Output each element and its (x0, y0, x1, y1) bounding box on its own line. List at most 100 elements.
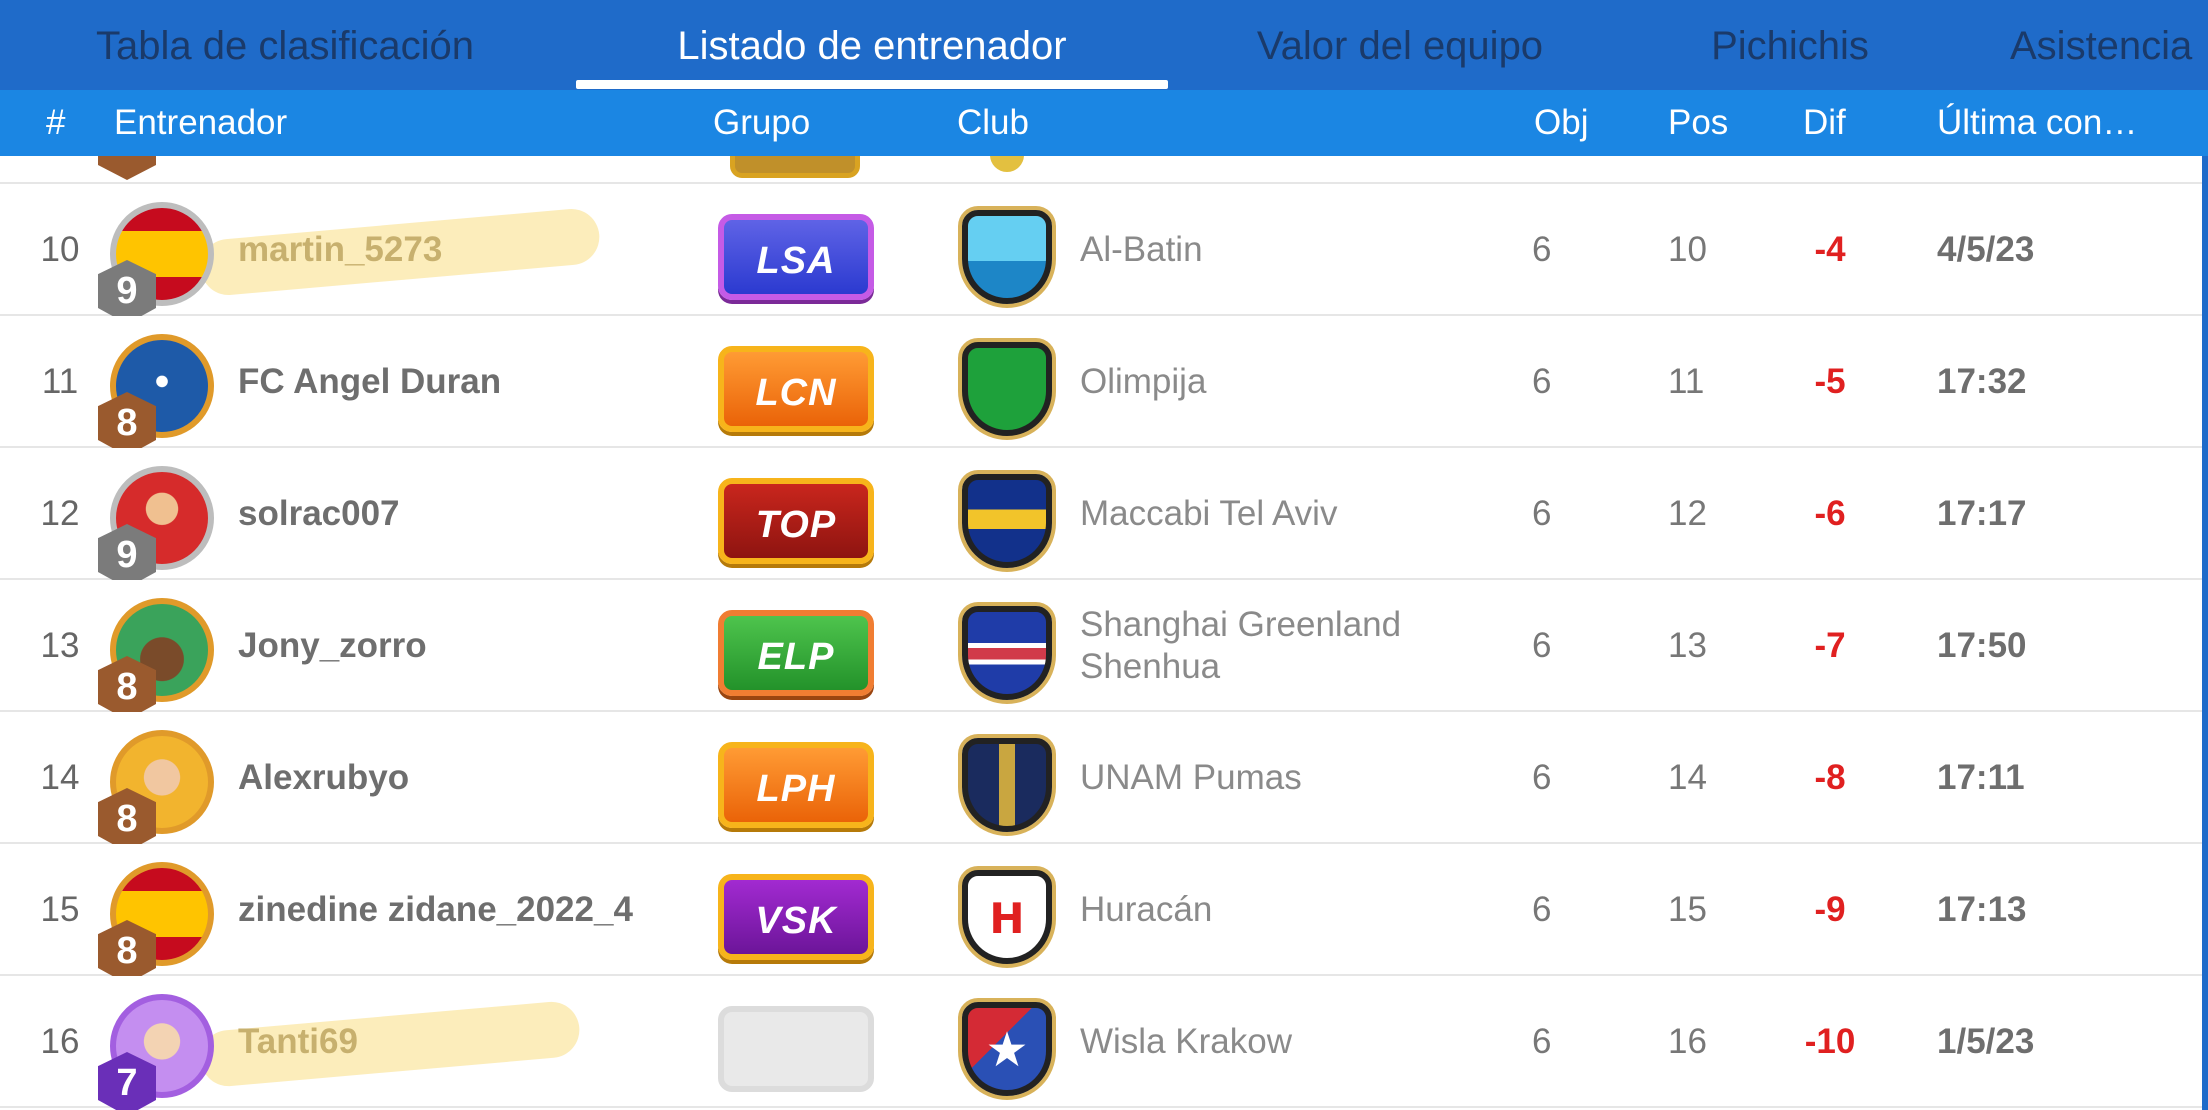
active-tab-indicator (576, 80, 1168, 89)
club-crest-icon (962, 342, 1052, 436)
table-row[interactable]: 11 8 FC Angel Duran LCN Olimpija 6 11 -5… (0, 316, 2208, 456)
obj-value: 6 (1532, 890, 1552, 929)
right-edge-bar (2202, 156, 2208, 1110)
table-row[interactable]: 13 8 Jony_zorro ELP Shanghai Greenland S… (0, 580, 2208, 720)
tab-listado-entrenador[interactable]: Listado de entrenador (576, 0, 1168, 90)
club-name-text: UNAM Pumas (1080, 758, 1302, 797)
obj-value: 6 (1532, 1022, 1552, 1061)
group-badge[interactable]: ELP (718, 610, 874, 696)
col-obj[interactable]: Obj (1534, 90, 1588, 156)
club-name-text: Olimpija (1080, 362, 1207, 401)
coach-name[interactable]: FC Angel Duran (238, 316, 501, 448)
club-name-text: Huracán (1080, 890, 1213, 929)
last-connection: 17:50 (1937, 626, 2027, 665)
table-row[interactable]: 16 7 Tanti69 ★ Wisla Krakow 6 16 -10 1/5… (0, 976, 2208, 1110)
obj-value: 6 (1532, 626, 1552, 665)
dif-value: -7 (1814, 626, 1846, 665)
group-badge[interactable]: TOP (718, 478, 874, 564)
coach-name[interactable]: Jony_zorro (238, 580, 427, 712)
col-club[interactable]: Club (957, 90, 1029, 156)
club-name-text: Wisla Krakow (1080, 1022, 1292, 1061)
col-rank[interactable]: # (46, 90, 65, 156)
pos-value: 16 (1668, 1022, 1707, 1061)
dif-value: -9 (1814, 890, 1846, 929)
club-crest-icon (962, 474, 1052, 568)
dif-value: -4 (1814, 230, 1846, 269)
club-crest-icon: H (962, 870, 1052, 964)
coach-list[interactable]: 10 9 martin_5273 LSA Al-Batin 6 10 -4 4/… (0, 156, 2208, 1110)
pos-value: 10 (1668, 230, 1707, 269)
club-name-text: Maccabi Tel Aviv (1080, 494, 1338, 533)
club-name-text: Shanghai Greenland Shenhua (1080, 605, 1402, 686)
coach-name[interactable]: Alexrubyo (238, 712, 409, 844)
club-name: UNAM Pumas (1080, 712, 1440, 844)
rank: 15 (40, 890, 80, 929)
last-connection: 4/5/23 (1937, 230, 2035, 269)
star-icon: ★ (985, 1024, 1029, 1077)
coach-name[interactable]: zinedine zidane_2022_4 (238, 844, 633, 976)
group-badge[interactable]: LCN (718, 346, 874, 432)
club-crest-icon (990, 156, 1024, 172)
rank: 14 (40, 758, 80, 797)
pos-value: 13 (1668, 626, 1707, 665)
tab-valor-equipo[interactable]: Valor del equipo (1210, 0, 1590, 90)
club-name: Huracán (1080, 844, 1440, 976)
table-row[interactable]: 12 9 solrac007 TOP Maccabi Tel Aviv 6 12… (0, 448, 2208, 588)
col-group[interactable]: Grupo (713, 90, 810, 156)
table-row[interactable]: 15 8 zinedine zidane_2022_4 VSK H Huracá… (0, 844, 2208, 984)
col-last-connection[interactable]: Última con… (1937, 90, 2137, 156)
tab-bar: Tabla de clasificación Listado de entren… (0, 0, 2208, 90)
last-connection: 17:13 (1937, 890, 2027, 929)
group-badge (730, 156, 860, 178)
dif-value: -5 (1814, 362, 1846, 401)
obj-value: 6 (1532, 230, 1552, 269)
group-badge[interactable]: VSK (718, 874, 874, 960)
table-row[interactable]: 14 8 Alexrubyo LPH UNAM Pumas 6 14 -8 17… (0, 712, 2208, 852)
club-name: Al-Batin (1080, 184, 1440, 316)
dif-value: -6 (1814, 494, 1846, 533)
club-crest-icon (962, 738, 1052, 832)
col-dif[interactable]: Dif (1803, 90, 1846, 156)
group-badge[interactable]: LPH (718, 742, 874, 828)
club-name: Olimpija (1080, 316, 1440, 448)
club-name-text: Al-Batin (1080, 230, 1203, 269)
club-crest-icon: ★ (962, 1002, 1052, 1096)
obj-value: 6 (1532, 494, 1552, 533)
table-row[interactable]: 10 9 martin_5273 LSA Al-Batin 6 10 -4 4/… (0, 184, 2208, 324)
last-connection: 1/5/23 (1937, 1022, 2035, 1061)
pos-value: 12 (1668, 494, 1707, 533)
last-connection: 17:11 (1937, 758, 2025, 797)
coach-name[interactable]: solrac007 (238, 448, 400, 580)
coach-name[interactable]: Tanti69 (238, 976, 358, 1108)
pos-value: 11 (1668, 362, 1705, 401)
tab-asistencia[interactable]: Asistencia (2010, 0, 2208, 90)
last-connection: 17:17 (1937, 494, 2027, 533)
tab-tabla-clasificacion[interactable]: Tabla de clasificación (40, 0, 530, 90)
column-header-bar: # Entrenador Grupo Club Obj Pos Dif Últi… (0, 90, 2208, 156)
table-row-partial (0, 156, 2208, 184)
last-connection: 17:32 (1937, 362, 2027, 401)
rank: 12 (40, 494, 80, 533)
crest-letter: H (989, 894, 1025, 943)
club-name: Shanghai Greenland Shenhua (1080, 580, 1440, 712)
rank: 13 (40, 626, 80, 665)
tab-pichichis[interactable]: Pichichis (1660, 0, 1920, 90)
col-coach[interactable]: Entrenador (114, 90, 287, 156)
club-crest-icon (962, 210, 1052, 304)
pos-value: 15 (1668, 890, 1707, 929)
col-pos[interactable]: Pos (1668, 90, 1728, 156)
rank: 11 (41, 362, 79, 401)
dif-value: -10 (1804, 1022, 1856, 1061)
group-badge[interactable]: LSA (718, 214, 874, 300)
pos-value: 14 (1668, 758, 1707, 797)
group-badge-empty[interactable] (718, 1006, 874, 1092)
level-badge (98, 156, 156, 180)
coach-name[interactable]: martin_5273 (238, 184, 442, 316)
obj-value: 6 (1532, 362, 1552, 401)
obj-value: 6 (1532, 758, 1552, 797)
dif-value: -8 (1814, 758, 1846, 797)
rank: 16 (40, 1022, 80, 1061)
club-name: Maccabi Tel Aviv (1080, 448, 1440, 580)
rank: 10 (40, 230, 80, 269)
club-name: Wisla Krakow (1080, 976, 1440, 1108)
